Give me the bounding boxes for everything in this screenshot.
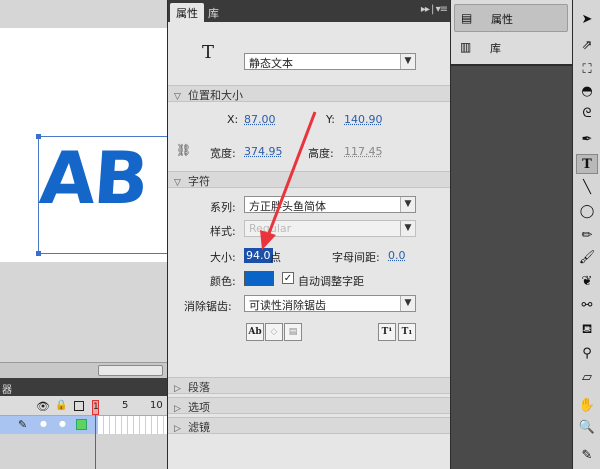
pencil-icon: ✎ <box>18 418 28 431</box>
selection-handle[interactable] <box>36 134 41 139</box>
pencil-tool-icon[interactable]: ✏ <box>576 226 598 246</box>
deco-tool-icon[interactable]: ❦ <box>576 272 598 292</box>
layer-color-icon[interactable] <box>76 419 87 430</box>
selection-handle[interactable] <box>36 251 41 256</box>
playhead-frame-label: 1 <box>92 400 99 415</box>
outline-icon[interactable] <box>74 401 84 411</box>
free-transform-tool-icon[interactable]: ⛶ <box>576 60 598 80</box>
selection-tool-icon[interactable]: ➤ <box>576 10 598 30</box>
timeline-panel: 器 👁 🔒 5 10 ✎ ● ● 1 <box>0 378 167 469</box>
hand-tool-icon[interactable]: ✋ <box>576 396 598 416</box>
timeline-ruler[interactable]: 👁 🔒 5 10 <box>0 396 167 416</box>
frame-cells[interactable] <box>98 416 167 434</box>
stage-text-object[interactable]: AB <box>37 136 149 220</box>
bone-tool-icon[interactable]: ⚯ <box>576 296 598 316</box>
subselection-tool-icon[interactable]: ⇗ <box>576 36 598 56</box>
playhead[interactable]: 1 <box>92 400 99 469</box>
brush-tool-icon[interactable]: 🖌 <box>576 248 598 268</box>
oval-tool-icon[interactable]: ◯ <box>576 202 598 222</box>
properties-icon: ▤ <box>461 11 473 25</box>
stage-area[interactable]: AB <box>0 0 167 362</box>
eraser-tool-icon[interactable]: ▱ <box>576 368 598 388</box>
mini-item-label: 库 <box>490 42 501 55</box>
lock-dot-icon[interactable]: ● <box>59 419 66 428</box>
lasso-tool-icon[interactable]: ᘓ <box>576 104 598 124</box>
stage-horizontal-scrollbar[interactable] <box>0 362 167 378</box>
timeline-header: 器 <box>0 378 167 396</box>
zoom-tool-icon[interactable]: 🔍 <box>576 418 598 438</box>
pen-tool-icon[interactable]: ✒ <box>576 130 598 150</box>
tools-panel: ➤ ⇗ ⛶ ◓ ᘓ ✒ T ╲ ◯ ✏ 🖌 ❦ ⚯ ⛾ ⚲ ▱ ✋ 🔍 ✎ <box>572 0 600 469</box>
eye-icon[interactable]: 👁 <box>36 400 50 413</box>
eyedropper-tool-icon[interactable]: ⚲ <box>576 344 598 364</box>
text-tool-icon[interactable]: T <box>576 154 598 174</box>
scrollbar-thumb[interactable] <box>98 365 163 376</box>
frame-number-5: 5 <box>122 400 129 411</box>
paint-bucket-tool-icon[interactable]: ⛾ <box>576 320 598 340</box>
mini-properties-button[interactable]: ▤ 属性 <box>454 4 568 32</box>
3d-rotation-tool-icon[interactable]: ◓ <box>576 82 598 102</box>
empty-panel-area <box>451 66 573 469</box>
mini-item-label: 属性 <box>491 13 513 26</box>
timeline-header-label: 器 <box>2 385 12 396</box>
line-tool-icon[interactable]: ╲ <box>576 178 598 198</box>
frame-number-10: 10 <box>150 400 163 411</box>
stroke-color-icon[interactable]: ✎ <box>576 446 598 466</box>
visible-dot-icon[interactable]: ● <box>40 419 47 428</box>
library-icon: ▥ <box>460 40 472 54</box>
annotation-arrow <box>260 111 317 250</box>
playhead-line <box>95 415 96 469</box>
collapsed-panel-stack: ▤ 属性 ▥ 库 <box>450 0 573 469</box>
mini-library-button[interactable]: ▥ 库 <box>454 34 568 62</box>
lock-icon[interactable]: 🔒 <box>55 400 67 411</box>
properties-panel: 属性 库 ▸▸ | ▾≡ T 静态文本 ▼ ▽ 位置和大小 X: 87.00 Y: … <box>167 0 451 469</box>
